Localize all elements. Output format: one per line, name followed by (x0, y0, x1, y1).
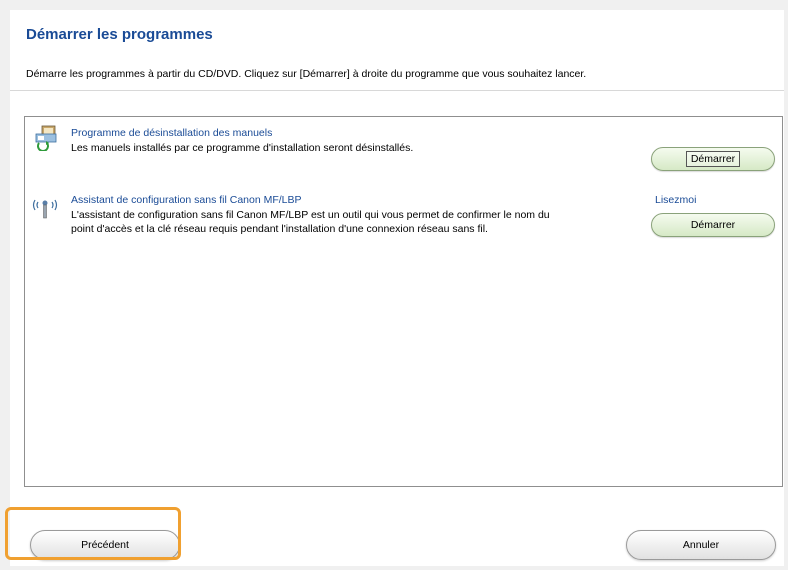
program-title-uninstall-manuals[interactable]: Programme de désinstallation des manuels (71, 127, 272, 139)
page-description: Démarre les programmes à partir du CD/DV… (26, 68, 587, 80)
back-button-highlight (5, 507, 181, 560)
cancel-button[interactable]: Annuler (626, 530, 776, 560)
program-description-uninstall-manuals: Les manuels installés par ce programme d… (71, 142, 414, 154)
readme-link-wireless[interactable]: Lisezmoi (655, 194, 696, 206)
installer-window: Démarrer les programmes Démarre les prog… (10, 10, 784, 566)
program-description-wireless-line1: L'assistant de configuration sans fil Ca… (71, 209, 550, 221)
programs-panel: Programme de désinstallation des manuels… (24, 116, 783, 487)
start-button-uninstall-manuals[interactable]: Démarrer (651, 147, 775, 171)
uninstall-manuals-icon (35, 125, 57, 151)
program-title-wireless-assistant[interactable]: Assistant de configuration sans fil Cano… (71, 194, 302, 206)
page-title: Démarrer les programmes (26, 26, 213, 43)
start-button-wireless-assistant[interactable]: Démarrer (651, 213, 775, 237)
start-button-label: Démarrer (685, 151, 741, 167)
wireless-antenna-icon (32, 199, 58, 219)
program-description-wireless-line2: point d'accès et la clé réseau requis pe… (71, 223, 488, 235)
header-divider (10, 90, 784, 91)
